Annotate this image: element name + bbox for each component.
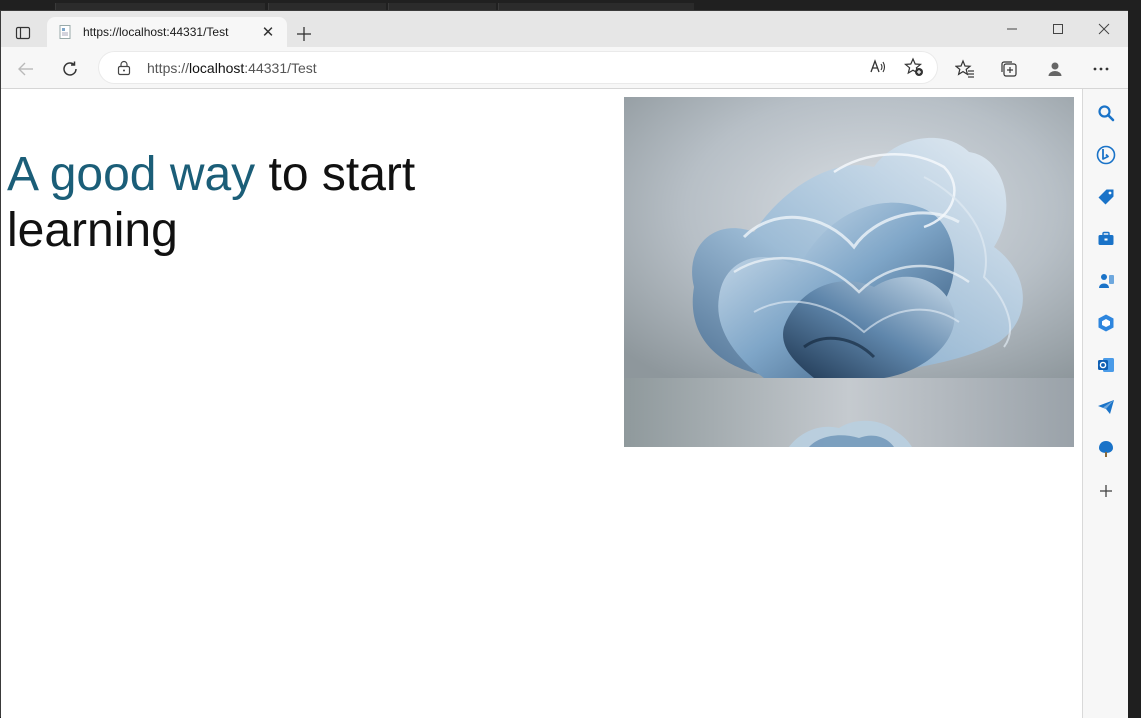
minimize-icon (1007, 28, 1017, 30)
maximize-icon (1053, 24, 1063, 34)
url-scheme: https:// (147, 59, 190, 76)
tab-active[interactable]: https://localhost:44331/Test ✕ (47, 17, 287, 47)
back-button[interactable] (10, 53, 42, 85)
read-aloud-icon (870, 59, 886, 73)
sidebar-outlook-button[interactable] (1094, 353, 1118, 377)
desktop-background (1128, 10, 1141, 717)
hero-image (624, 97, 1074, 447)
sidebar-games-button[interactable] (1094, 269, 1118, 293)
edge-sidebar (1082, 89, 1128, 718)
taskbar-item[interactable] (388, 3, 496, 10)
maximize-button[interactable] (1035, 11, 1081, 47)
bloom-reflection-image (789, 420, 912, 447)
refresh-icon (63, 61, 77, 76)
back-arrow-icon (18, 62, 33, 76)
sidebar-tools-button[interactable] (1094, 227, 1118, 251)
refresh-button[interactable] (54, 53, 86, 85)
settings-more-button[interactable] (1085, 53, 1117, 85)
browser-toolbar: https://localhost:44331/Test (1, 47, 1129, 89)
sidebar-bing-button[interactable] (1094, 143, 1118, 167)
favorites-button[interactable] (949, 53, 981, 85)
lock-icon[interactable] (117, 60, 131, 76)
read-aloud-button[interactable] (865, 54, 891, 80)
taskbar-strip (0, 0, 1141, 10)
taskbar-item[interactable] (268, 3, 386, 10)
url-path: :44331/Test (244, 59, 317, 76)
profile-icon (1048, 62, 1062, 76)
more-dots-icon (1093, 67, 1109, 71)
games-icon (1099, 274, 1114, 288)
url-host: localhost (189, 59, 245, 76)
tab-title: https://localhost:44331/Test (83, 25, 229, 39)
sidebar-send-button[interactable] (1094, 395, 1118, 419)
search-icon (1098, 105, 1115, 122)
profile-button[interactable] (1039, 53, 1071, 85)
tools-briefcase-icon (1098, 231, 1114, 245)
add-favorite-button[interactable] (901, 54, 927, 80)
new-tab-button[interactable] (291, 21, 317, 47)
collections-button[interactable] (993, 53, 1025, 85)
add-icon (1100, 485, 1112, 497)
url-text[interactable]: https://localhost:44331/Test (147, 60, 937, 76)
page-content: A good way to start learning (1, 89, 1082, 718)
sidebar-search-button[interactable] (1094, 101, 1118, 125)
office-icon (1098, 314, 1114, 332)
browser-window: https://localhost:44331/Test ✕ https://l… (0, 10, 1129, 718)
sidebar-office-button[interactable] (1094, 311, 1118, 335)
taskbar-item[interactable] (55, 3, 265, 10)
page-favicon-icon (59, 25, 71, 39)
plus-icon (297, 27, 311, 41)
headline-accent: A good way (7, 148, 256, 201)
sidebar-shopping-button[interactable] (1094, 185, 1118, 209)
address-bar[interactable]: https://localhost:44331/Test (99, 52, 937, 83)
close-icon (1098, 23, 1110, 35)
taskbar-item[interactable] (498, 3, 694, 10)
shopping-tag-icon (1098, 189, 1114, 205)
drop-tree-icon (1099, 441, 1113, 457)
tab-close-icon[interactable]: ✕ (259, 23, 277, 41)
tab-bar: https://localhost:44331/Test ✕ (1, 11, 1129, 47)
favorites-icon (955, 59, 974, 78)
minimize-button[interactable] (989, 11, 1035, 47)
hero-image-lower (624, 378, 1074, 447)
outlook-icon (1098, 358, 1114, 372)
close-window-button[interactable] (1081, 11, 1127, 47)
star-add-icon (904, 57, 923, 76)
tab-actions-icon (15, 26, 31, 40)
page-headline: A good way to start learning (7, 147, 477, 259)
send-telegram-icon (1098, 400, 1114, 414)
sidebar-drop-button[interactable] (1094, 437, 1118, 461)
bing-icon (1096, 145, 1116, 165)
tab-actions-button[interactable] (9, 19, 37, 47)
collections-icon (1001, 61, 1017, 77)
bloom-image (624, 97, 1074, 378)
sidebar-add-button[interactable] (1094, 479, 1118, 503)
